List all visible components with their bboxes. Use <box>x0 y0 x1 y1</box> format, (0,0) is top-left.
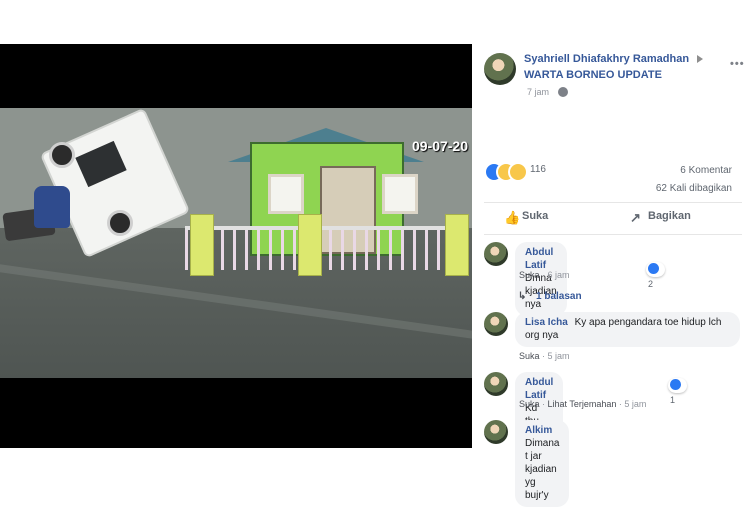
more-icon[interactable]: ••• <box>730 58 745 70</box>
comment-like-link[interactable]: Suka <box>519 351 540 361</box>
car-wheel <box>49 142 75 168</box>
comment-time[interactable]: 5 jam <box>548 351 570 361</box>
replies-link[interactable]: ↳ 1 balasan <box>518 291 582 302</box>
like-reaction-icon <box>648 263 659 274</box>
video-timestamp: 09-07-20 <box>411 138 468 154</box>
comment-like-link[interactable]: Suka <box>519 399 540 409</box>
comment-meta: Suka · 5 jam <box>519 351 570 361</box>
comment-bubble: Lisa Icha Ky apa pengandara toe hidup lc… <box>515 312 740 347</box>
comment-like-link[interactable]: Suka <box>519 270 540 280</box>
commenter-avatar[interactable] <box>484 242 508 266</box>
like-button-label: Suka <box>522 210 549 222</box>
cctv-accident-image: 09-07-20 <box>0 108 472 378</box>
comment-meta: Suka · 6 jam <box>519 270 570 280</box>
post-sidebar: Syahriell Dhiafakhry Ramadhan WARTA BORN… <box>472 44 750 507</box>
fence <box>185 226 465 270</box>
divider <box>484 234 742 235</box>
play-arrow-icon <box>697 55 703 63</box>
share-count[interactable]: 62 Kali dibagikan <box>656 183 732 194</box>
like-button[interactable]: 👍 Suka <box>504 210 549 225</box>
translate-link[interactable]: Lihat Terjemahan <box>548 399 617 409</box>
commenter-avatar[interactable] <box>484 420 508 444</box>
comment-time[interactable]: 5 jam <box>624 399 646 409</box>
share-icon: ↗ <box>630 210 641 225</box>
comment-text: Dimana t jar kjadian yg bujr'y <box>525 438 560 501</box>
facebook-post: 09-07-20 Syahriell Dhiafakhry Ramadhan W… <box>0 44 750 507</box>
comment-time[interactable]: 6 jam <box>548 270 570 280</box>
divider <box>484 202 742 203</box>
comment-reaction-count: 1 <box>670 395 676 405</box>
comment-count[interactable]: 6 Komentar <box>680 165 732 176</box>
like-reaction-icon <box>670 379 681 390</box>
rider <box>34 186 70 228</box>
fence-pillar <box>445 214 469 276</box>
post-time[interactable]: 7 jam <box>527 87 549 97</box>
wow-reaction-icon <box>508 162 528 182</box>
page-name[interactable]: WARTA BORNEO UPDATE <box>524 69 662 81</box>
house-window-right <box>382 174 418 214</box>
author-avatar[interactable] <box>484 53 516 85</box>
reply-arrow-icon: ↳ <box>518 291 527 302</box>
replies-link-label: 1 balasan <box>536 291 582 302</box>
fence-pillar <box>190 214 214 276</box>
share-button[interactable]: ↗ Bagikan <box>630 210 691 225</box>
commenter-name[interactable]: Lisa Icha <box>525 317 568 328</box>
author-name[interactable]: Syahriell Dhiafakhry Ramadhan <box>524 53 689 65</box>
globe-icon <box>558 87 568 97</box>
commenter-name[interactable]: Abdul Latif <box>525 377 553 401</box>
commenter-avatar[interactable] <box>484 372 508 396</box>
comment-reaction[interactable]: 1 <box>668 378 687 405</box>
comment-reaction-count: 2 <box>648 279 654 289</box>
commenter-name[interactable]: Abdul Latif <box>525 247 553 271</box>
comment-reaction[interactable]: 2 <box>646 262 665 289</box>
car-wheel <box>107 210 133 236</box>
reaction-count: 116 <box>530 164 546 175</box>
commenter-name[interactable]: Alkim <box>525 425 552 436</box>
fence-pillar <box>298 214 322 276</box>
share-button-label: Bagikan <box>648 210 691 222</box>
comment-bubble: Alkim Dimana t jar kjadian yg bujr'y <box>515 420 570 507</box>
thumb-icon: 👍 <box>504 210 521 225</box>
commenter-avatar[interactable] <box>484 312 508 336</box>
house-window-left <box>268 174 304 214</box>
comment-meta: Suka · Lihat Terjemahan · 5 jam <box>519 399 647 409</box>
video-frame[interactable]: 09-07-20 <box>0 44 472 448</box>
